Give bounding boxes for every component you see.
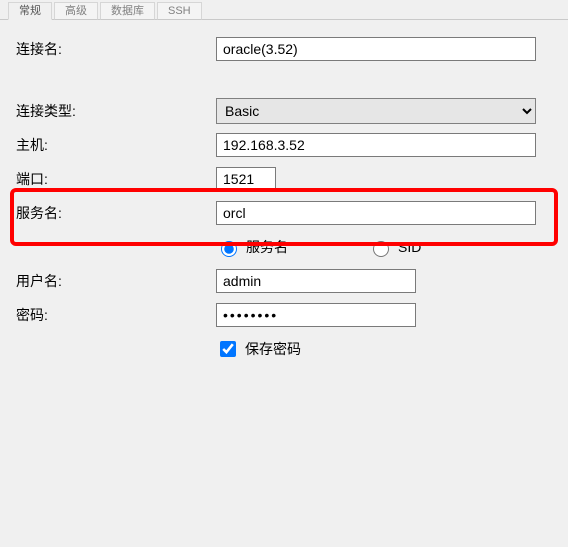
label-username: 用户名: [16,271,216,291]
radio-label-sid: SID [398,239,421,255]
radio-sid[interactable] [373,241,389,257]
select-connection-type[interactable]: Basic [216,98,536,124]
tab-bar: 常规 高级 数据库 SSH [0,0,568,20]
input-password[interactable] [216,303,416,327]
radio-option-sid[interactable]: SID [368,238,421,257]
input-connection-name[interactable] [216,37,536,61]
tab-database[interactable]: 数据库 [100,2,155,20]
tab-general[interactable]: 常规 [8,2,52,20]
tab-advanced[interactable]: 高级 [54,2,98,20]
checkbox-save-password[interactable] [220,341,236,357]
tab-ssh[interactable]: SSH [157,2,202,20]
input-host[interactable] [216,133,536,157]
form-panel: 连接名: 连接类型: Basic 主机: 端口: [0,20,568,362]
label-service-name: 服务名: [16,203,216,223]
radio-service-name[interactable] [221,241,237,257]
input-service-name[interactable] [216,201,536,225]
input-username[interactable] [216,269,416,293]
radio-group-service-type: 服务名 SID [216,234,552,260]
label-connection-type: 连接类型: [16,101,216,121]
input-port[interactable] [216,167,276,191]
label-connection-name: 连接名: [16,39,216,59]
radio-option-service-name[interactable]: 服务名 [216,237,288,257]
label-port: 端口: [16,169,216,189]
label-save-password: 保存密码 [245,339,301,359]
label-host: 主机: [16,135,216,155]
label-password: 密码: [16,305,216,325]
radio-label-service-name: 服务名 [246,237,288,257]
